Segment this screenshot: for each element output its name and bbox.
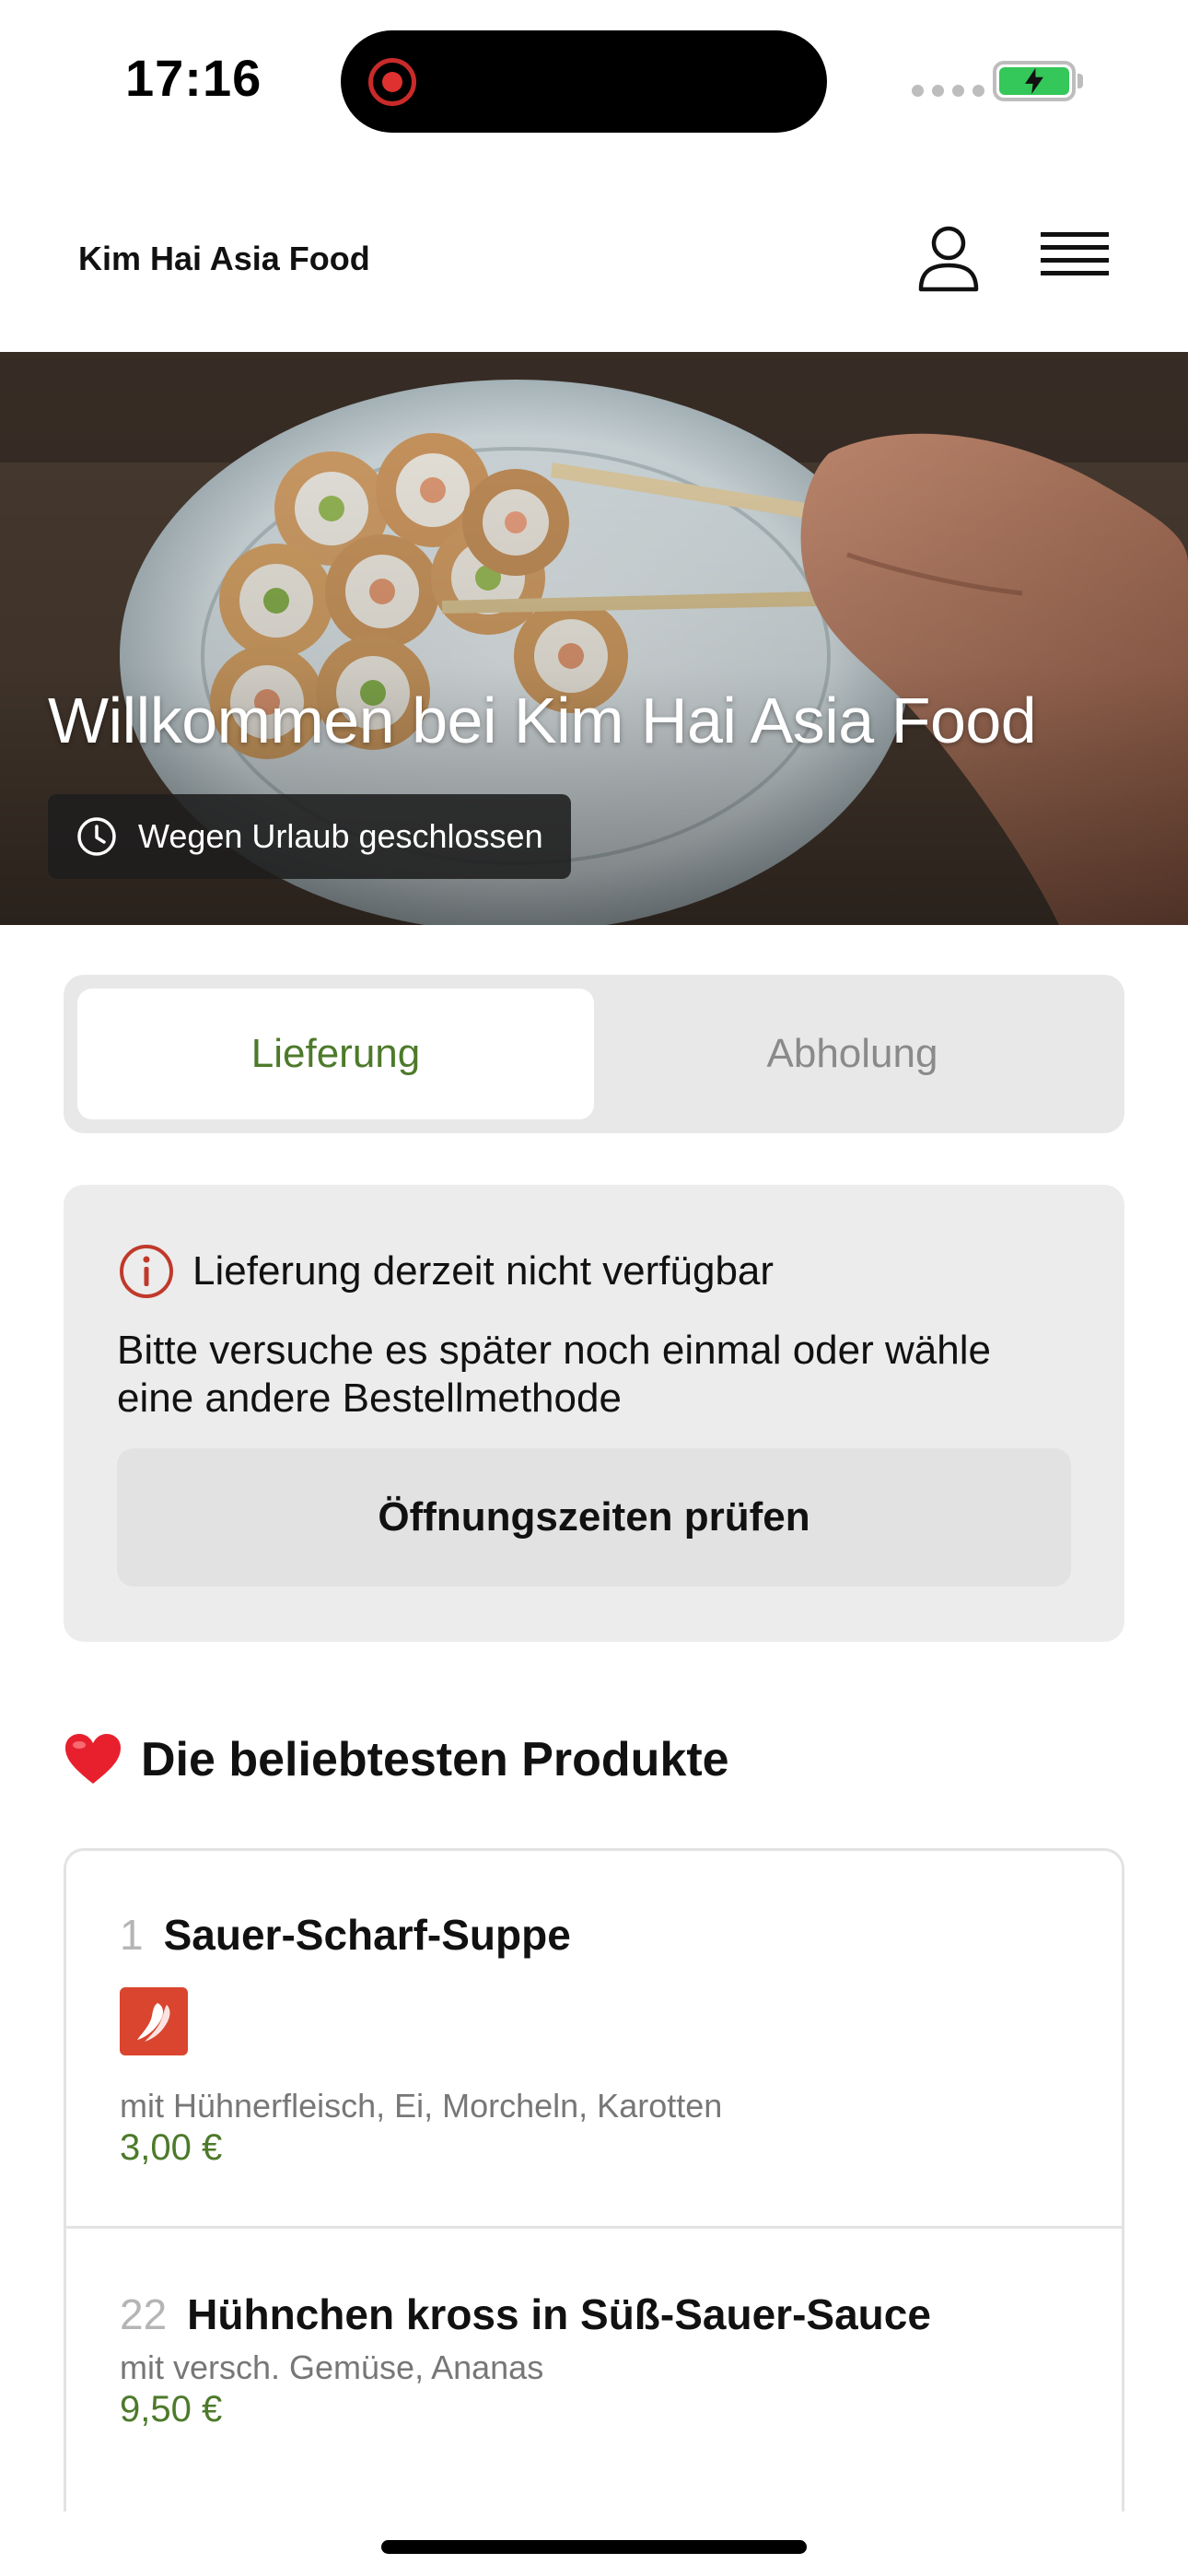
dynamic-island — [341, 30, 827, 133]
menu-button[interactable] — [1037, 225, 1112, 291]
hamburger-menu-icon — [1041, 232, 1109, 275]
product-item[interactable]: 1 Sauer-Scharf-Suppe mit Hühnerfleisch, … — [66, 1851, 1122, 2229]
tab-delivery[interactable]: Lieferung — [77, 989, 594, 1119]
app-header: Kim Hai Asia Food — [0, 166, 1188, 352]
product-name: Sauer-Scharf-Suppe — [163, 1911, 571, 1959]
battery-cap — [1077, 74, 1083, 88]
info-circle-icon — [120, 1245, 173, 1298]
popular-products-list: 1 Sauer-Scharf-Suppe mit Hühnerfleisch, … — [64, 1848, 1124, 2512]
notice-text: Bitte versuche es später noch einmal ode… — [117, 1328, 991, 1421]
recording-indicator-icon — [368, 58, 416, 106]
home-indicator[interactable] — [381, 2540, 807, 2554]
tab-pickup[interactable]: Abholung — [594, 989, 1111, 1119]
user-account-button[interactable] — [914, 223, 984, 293]
product-number: 22 — [120, 2290, 168, 2338]
closed-status-badge: Wegen Urlaub geschlossen — [48, 794, 571, 879]
product-number: 1 — [120, 1911, 144, 1959]
product-description: mit versch. Gemüse, Ananas — [120, 2348, 544, 2386]
product-header: 1 Sauer-Scharf-Suppe — [120, 1910, 571, 1960]
hero-banner: Willkommen bei Kim Hai Asia Food Wegen U… — [0, 352, 1188, 925]
cellular-signal-icon — [912, 85, 984, 97]
notice-title: Lieferung derzeit nicht verfügbar — [192, 1248, 775, 1294]
user-icon — [918, 226, 979, 292]
product-name: Hühnchen kross in Süß-Sauer-Sauce — [187, 2290, 931, 2338]
product-price: 3,00 € — [120, 2127, 223, 2168]
clock-icon — [77, 817, 116, 856]
product-item[interactable]: 22 Hühnchen kross in Süß-Sauer-Sauce mit… — [66, 2229, 1122, 2512]
notice-header: Lieferung derzeit nicht verfügbar — [117, 1242, 774, 1301]
delivery-unavailable-notice: Lieferung derzeit nicht verfügbar Bitte … — [64, 1185, 1124, 1642]
order-mode-toggle: Lieferung Abholung — [64, 975, 1124, 1133]
charging-bolt-icon — [1025, 67, 1043, 95]
chili-icon — [137, 2003, 170, 2042]
status-time: 17:16 — [125, 49, 262, 107]
brand-name[interactable]: Kim Hai Asia Food — [78, 240, 370, 278]
status-bar: 17:16 — [0, 0, 1188, 166]
popular-products-heading: Die beliebtesten Produkte — [64, 1732, 729, 1787]
spicy-badge — [120, 1987, 188, 2055]
product-header: 22 Hühnchen kross in Süß-Sauer-Sauce — [120, 2289, 931, 2339]
closed-status-text: Wegen Urlaub geschlossen — [138, 817, 543, 855]
app-screen: 17:16 Kim Hai Asia Food Willkommen bei K… — [0, 0, 1188, 2576]
heart-icon — [65, 1734, 121, 1784]
battery-icon — [993, 61, 1076, 101]
product-description: mit Hühnerfleisch, Ei, Morcheln, Karotte… — [120, 2087, 723, 2125]
popular-products-title: Die beliebtesten Produkte — [141, 1733, 729, 1786]
check-opening-hours-button[interactable]: Öffnungszeiten prüfen — [117, 1448, 1071, 1587]
product-price: 9,50 € — [120, 2389, 223, 2430]
hero-title: Willkommen bei Kim Hai Asia Food — [48, 685, 1037, 756]
